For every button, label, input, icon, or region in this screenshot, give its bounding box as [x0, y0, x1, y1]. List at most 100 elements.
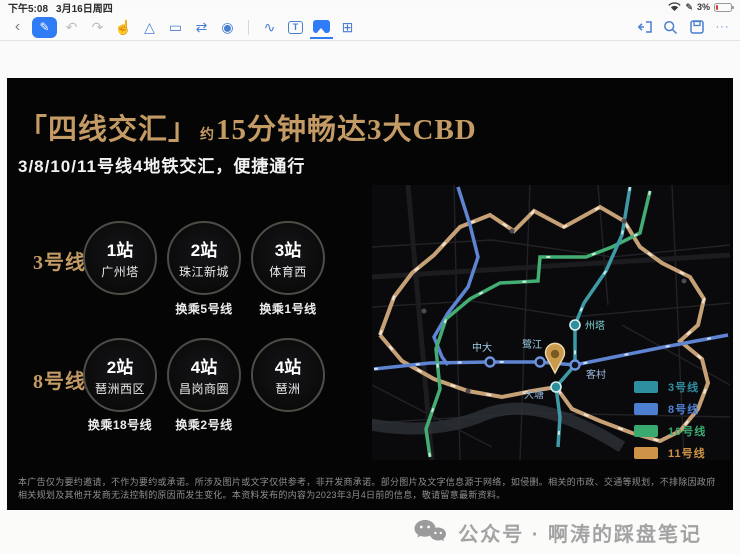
- legend-row-line8: 8号线: [634, 401, 706, 417]
- stop-name: 广州塔: [101, 263, 139, 280]
- pointer-tool-button[interactable]: ☝: [112, 15, 135, 39]
- legend-swatch-line10: [634, 425, 658, 437]
- scribble-tool-button[interactable]: ∿: [258, 15, 281, 39]
- title-small: 约: [200, 128, 214, 143]
- toolbar-divider: [248, 20, 249, 35]
- title-prefix: 「四线交汇」: [18, 114, 198, 146]
- image-icon: [313, 20, 330, 33]
- image-tool-button[interactable]: [310, 15, 333, 39]
- pointer-icon: ☝: [115, 19, 132, 36]
- station-dot-lujiang: [536, 358, 545, 367]
- clock: 下午5:08: [8, 4, 48, 15]
- wifi-icon: [668, 2, 681, 12]
- legend-row-line10: 10号线: [634, 423, 706, 439]
- shape-triangle-button[interactable]: △: [138, 15, 161, 39]
- more-icon: ···: [716, 21, 730, 33]
- wechat-icon: [412, 518, 448, 546]
- toolbar-left-group: ‹ ✎ ↶ ↷ ☝ △ ▭ ⇄ ◉ ∿ T ⊞: [6, 15, 359, 39]
- annotation-toolbar: ‹ ✎ ↶ ↷ ☝ △ ▭ ⇄ ◉ ∿ T ⊞: [0, 14, 740, 41]
- station-dot-kecun: [571, 361, 580, 370]
- status-left: 下午5:08 3月16日周四: [8, 0, 121, 15]
- legend-row-line11: 11号线: [634, 445, 706, 460]
- slide-title: 「四线交汇」约15分钟畅达3大CBD: [18, 106, 477, 148]
- stop-count: 3站: [275, 236, 301, 261]
- redo-icon: ↷: [92, 19, 104, 36]
- stop-circle-pazhouxiqu: 2站 琶洲西区: [83, 338, 157, 412]
- legend-swatch-line8: [634, 403, 658, 415]
- legend-swatch-line3: [634, 381, 658, 393]
- legend-label-line11: 11号线: [668, 445, 706, 460]
- save-icon: [690, 20, 704, 34]
- save-button[interactable]: [685, 15, 708, 39]
- station-label-datang: 大塘: [524, 388, 544, 401]
- shape-rectangle-button[interactable]: ▭: [164, 15, 187, 39]
- transfer-note: 换乘5号线: [167, 300, 241, 317]
- status-right: ✎ 3%: [668, 2, 732, 13]
- triangle-icon: △: [144, 19, 155, 36]
- stop-name: 体育西: [269, 263, 307, 280]
- app-window: 下午5:08 3月16日周四 ✎ 3% ‹ ✎ ↶ ↷ ☝ △ ▭ ⇄ ◉ ∿ T: [0, 0, 740, 554]
- rectangle-icon: ▭: [169, 19, 182, 36]
- more-button[interactable]: ···: [711, 15, 734, 39]
- station-label-zhongda: 中大: [472, 341, 492, 354]
- back-icon: ‹: [15, 18, 20, 36]
- stop-count: 2站: [191, 236, 217, 261]
- stop-circle-tiyuxi: 3站 体育西: [251, 221, 325, 295]
- undo-icon: ↶: [66, 19, 78, 36]
- stop-count: 2站: [107, 353, 133, 378]
- date: 3月16日周四: [56, 4, 113, 15]
- metro-map: 中大 鹭江 州塔 客村 大塘 3号线: [372, 185, 730, 460]
- pencil-status-icon: ✎: [685, 2, 693, 13]
- grid-icon: ⊞: [342, 19, 354, 36]
- grid-tool-button[interactable]: ⊞: [336, 15, 359, 39]
- station-label-kecun: 客村: [586, 368, 606, 381]
- toolbar-right-group: ···: [633, 15, 734, 39]
- text-box-icon: T: [288, 21, 303, 34]
- legend-swatch-line11: [634, 447, 658, 459]
- transfer-note: 换乘2号线: [167, 416, 241, 433]
- stamp-tool-button[interactable]: ◉: [216, 15, 239, 39]
- stop-count: 4站: [191, 353, 217, 378]
- watermark-text: 公众号 · 啊涛的踩盘笔记: [458, 518, 702, 547]
- redo-button[interactable]: ↷: [86, 15, 109, 39]
- scribble-icon: ∿: [264, 19, 276, 36]
- legal-disclaimer: 本广告仅为要约邀请，不作为要约或承诺。所涉及图片或文字仅供参考，非开发商承诺。部…: [18, 476, 722, 502]
- document-page[interactable]: 「四线交汇」约15分钟畅达3大CBD 3/8/10/11号线4地铁交汇，便捷通行…: [7, 78, 733, 510]
- watermark-bar: 公众号 · 啊涛的踩盘笔记: [0, 510, 740, 554]
- stop-circle-guangzhouta: 1站 广州塔: [83, 221, 157, 295]
- transfer-note: 换乘1号线: [251, 300, 325, 317]
- legend-label-line10: 10号线: [668, 423, 706, 439]
- search-icon: [663, 20, 678, 35]
- stop-name: 琶洲西区: [95, 380, 145, 397]
- stop-circle-pazhou: 4站 琶洲: [251, 338, 325, 412]
- project-location-marker: [546, 343, 565, 373]
- arrow-tool-button[interactable]: ⇄: [190, 15, 213, 39]
- station-label-lujiang: 鹭江: [522, 339, 542, 351]
- back-button[interactable]: ‹: [6, 15, 29, 39]
- text-tool-button[interactable]: T: [284, 15, 307, 39]
- station-label-zhouta: 州塔: [585, 319, 605, 332]
- station-dot-zhongda: [486, 358, 495, 367]
- stop-circle-zhujiangxincheng: 2站 珠江新城: [167, 221, 241, 295]
- pen-tool-button[interactable]: ✎: [32, 17, 57, 38]
- battery-icon: [714, 3, 732, 12]
- title-main: 15分钟畅达3大CBD: [216, 114, 477, 146]
- transfer-note: 换乘18号线: [83, 416, 157, 433]
- undo-button[interactable]: ↶: [60, 15, 83, 39]
- stop-circle-changgang: 4站 昌岗商圈: [167, 338, 241, 412]
- legend-label-line3: 3号线: [668, 379, 699, 395]
- line3-label: 3号线: [33, 246, 86, 275]
- stop-name: 琶洲: [275, 380, 300, 397]
- legend-row-line3: 3号线: [634, 379, 706, 395]
- stop-count: 4站: [275, 353, 301, 378]
- arrows-icon: ⇄: [196, 19, 208, 36]
- status-bar: 下午5:08 3月16日周四 ✎ 3%: [0, 0, 740, 14]
- stop-name: 珠江新城: [179, 263, 229, 280]
- search-button[interactable]: [659, 15, 682, 39]
- line8-label: 8号线: [33, 365, 86, 394]
- slide-subtitle: 3/8/10/11号线4地铁交汇，便捷通行: [18, 152, 305, 177]
- map-legend: 3号线 8号线 10号线 11号线: [634, 379, 706, 460]
- stop-count: 1站: [107, 236, 133, 261]
- export-button[interactable]: [633, 15, 656, 39]
- legend-label-line8: 8号线: [668, 401, 699, 417]
